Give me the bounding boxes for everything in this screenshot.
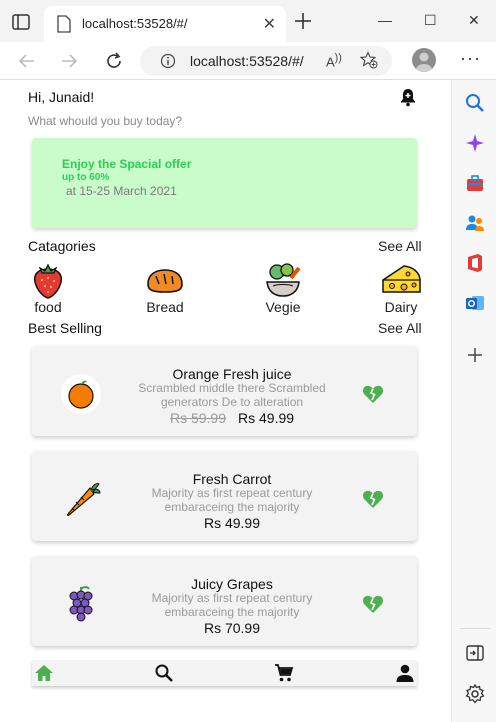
- product-price: Rs 49.99: [238, 410, 295, 426]
- sidebar-divider: [460, 628, 490, 629]
- home-icon[interactable]: [34, 663, 54, 683]
- strawberry-icon: [33, 263, 63, 299]
- forward-icon[interactable]: [58, 50, 80, 72]
- tab-actions-icon[interactable]: [10, 11, 32, 33]
- tab-title: localhost:53528/#/: [82, 16, 188, 31]
- product-description: Majority as first repeat century embarac…: [151, 486, 313, 514]
- offer-banner[interactable]: Enjoy the Spacial offer up to 60% at 15-…: [32, 138, 417, 228]
- offer-discount: up to 60%: [62, 172, 110, 183]
- cheese-icon: [382, 265, 421, 293]
- product-name: Fresh Carrot: [192, 471, 272, 487]
- categories-see-all-link[interactable]: See All: [378, 238, 422, 254]
- offer-dates: at 15-25 March 2021: [66, 184, 177, 198]
- product-price: Rs 49.99: [203, 515, 261, 531]
- grapes-icon: [69, 586, 93, 622]
- greeting: Hi, Junaid!: [28, 89, 95, 105]
- category-label: food: [34, 299, 62, 315]
- product-price-row: Rs 59.99 Rs 49.99: [122, 410, 342, 426]
- bottom-navigation: [32, 660, 417, 686]
- category-label: Dairy: [384, 299, 418, 315]
- category-label: Bread: [146, 299, 184, 315]
- vegetables-icon: [266, 263, 301, 297]
- person-icon[interactable]: [395, 663, 415, 683]
- carrot-icon: [66, 483, 101, 517]
- refresh-icon[interactable]: [103, 50, 125, 72]
- profile-avatar[interactable]: [412, 48, 436, 72]
- more-options-icon[interactable]: ···: [460, 48, 481, 69]
- page-icon: [57, 15, 71, 33]
- minimize-icon[interactable]: —: [378, 12, 392, 28]
- app-viewport: Hi, Junaid! What whould you buy today? E…: [0, 80, 451, 722]
- url-bar[interactable]: localhost:53528/#/ A)): [140, 46, 392, 76]
- bread-icon: [147, 269, 183, 293]
- add-icon[interactable]: [464, 344, 486, 366]
- product-price: Rs 70.99: [203, 620, 261, 636]
- maximize-icon[interactable]: ☐: [424, 12, 437, 29]
- people-icon[interactable]: [464, 212, 486, 234]
- product-old-price: Rs 59.99: [169, 410, 226, 426]
- product-card[interactable]: Juicy Grapes Majority as first repeat ce…: [32, 556, 417, 646]
- category-vegie[interactable]: Vegie: [248, 260, 318, 316]
- broken-heart-icon[interactable]: [362, 594, 384, 614]
- office-icon[interactable]: [464, 252, 486, 274]
- product-description: Scrambled middle there Scrambled generat…: [138, 381, 326, 409]
- settings-gear-icon[interactable]: [464, 683, 486, 705]
- browser-tab-bar: localhost:53528/#/ ✕ — ☐ ✕: [0, 0, 496, 42]
- product-name: Orange Fresh juice: [172, 366, 292, 382]
- product-card[interactable]: Fresh Carrot Majority as first repeat ce…: [32, 451, 417, 541]
- best-selling-title: Best Selling: [28, 320, 102, 336]
- broken-heart-icon[interactable]: [362, 489, 384, 509]
- offer-title: Enjoy the Spacial offer: [62, 157, 192, 171]
- close-tab-icon[interactable]: ✕: [263, 14, 276, 34]
- read-aloud-icon[interactable]: A)): [326, 52, 342, 69]
- search-icon[interactable]: [464, 92, 486, 114]
- categories-title: Catagories: [28, 238, 96, 254]
- site-info-icon[interactable]: [160, 53, 176, 69]
- hide-sidebar-icon[interactable]: [464, 642, 486, 664]
- address-toolbar: localhost:53528/#/ A)) ···: [0, 42, 496, 80]
- category-dairy[interactable]: Dairy: [366, 260, 436, 316]
- product-name: Juicy Grapes: [191, 576, 273, 592]
- avatar-icon: [416, 52, 432, 72]
- browser-tab[interactable]: localhost:53528/#/ ✕: [44, 6, 286, 42]
- category-label: Vegie: [265, 299, 301, 315]
- subtitle: What whould you buy today?: [28, 114, 183, 128]
- product-description: Majority as first repeat century embarac…: [151, 591, 313, 619]
- back-icon[interactable]: [16, 50, 38, 72]
- add-favorite-icon[interactable]: [360, 51, 378, 69]
- outlook-icon[interactable]: [464, 292, 486, 314]
- copilot-icon[interactable]: [464, 132, 486, 154]
- tools-icon[interactable]: [464, 172, 486, 194]
- browser-sidebar: [451, 80, 496, 722]
- product-card[interactable]: Orange Fresh juice Scrambled middle ther…: [32, 346, 417, 436]
- notification-bell-icon[interactable]: [399, 87, 417, 107]
- category-food[interactable]: food: [13, 260, 83, 316]
- broken-heart-icon[interactable]: [362, 384, 384, 404]
- url-text[interactable]: localhost:53528/#/: [190, 53, 304, 69]
- category-bread[interactable]: Bread: [130, 260, 200, 316]
- search-icon[interactable]: [154, 663, 174, 683]
- new-tab-icon[interactable]: [292, 10, 314, 32]
- orange-icon: [61, 374, 101, 414]
- cart-icon[interactable]: [274, 663, 294, 683]
- best-selling-see-all-link[interactable]: See All: [378, 320, 422, 336]
- window-close-icon[interactable]: ✕: [468, 12, 480, 29]
